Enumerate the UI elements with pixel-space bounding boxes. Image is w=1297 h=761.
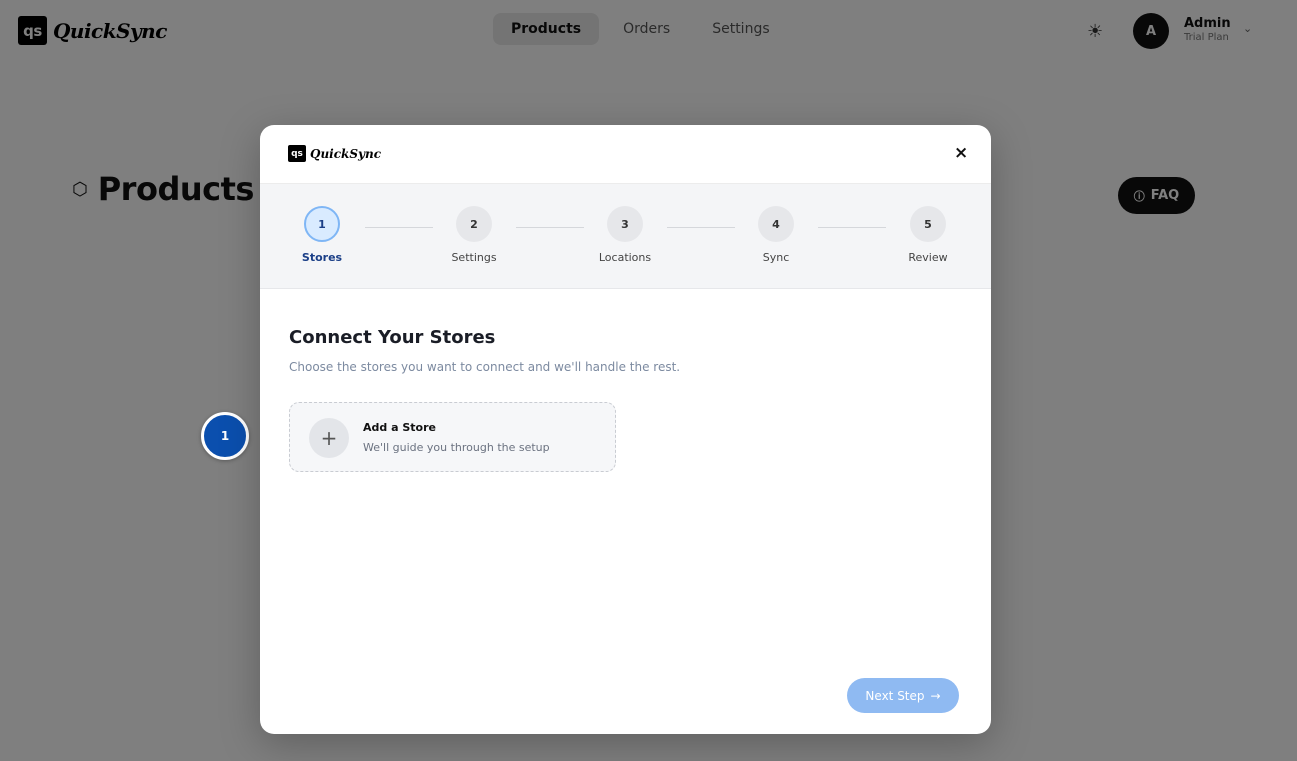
step-settings[interactable]: 2 Settings	[434, 206, 514, 264]
modal-logo-text: QuickSync	[310, 146, 382, 161]
arrow-right-icon: →	[930, 688, 941, 703]
plus-icon: +	[309, 418, 349, 458]
close-icon[interactable]: ×	[954, 143, 968, 163]
section-subtitle: Choose the stores you want to connect an…	[289, 360, 681, 374]
step-label: Review	[908, 251, 948, 264]
step-locations[interactable]: 3 Locations	[585, 206, 665, 264]
add-store-subtitle: We'll guide you through the setup	[363, 441, 550, 454]
add-store-title: Add a Store	[363, 421, 436, 434]
step-connector	[516, 227, 584, 228]
step-number: 5	[910, 206, 946, 242]
step-label: Sync	[762, 251, 790, 264]
step-review[interactable]: 5 Review	[888, 206, 968, 264]
step-connector	[365, 227, 433, 228]
step-number: 4	[758, 206, 794, 242]
step-label: Settings	[451, 251, 497, 264]
onboarding-modal: qs QuickSync × 1 Stores 2 Settings 3 Loc…	[260, 125, 991, 734]
tour-step-badge[interactable]: 1	[201, 412, 249, 460]
step-number: 2	[456, 206, 492, 242]
step-label: Locations	[598, 251, 652, 264]
modal-logo-badge: qs	[288, 145, 306, 162]
step-label: Stores	[301, 251, 343, 264]
add-store-card[interactable]: + Add a Store We'll guide you through th…	[289, 402, 616, 472]
section-title: Connect Your Stores	[289, 327, 496, 348]
step-number: 1	[304, 206, 340, 242]
modal-header: qs QuickSync ×	[260, 125, 991, 184]
next-step-label: Next Step	[865, 688, 925, 703]
step-sync[interactable]: 4 Sync	[736, 206, 816, 264]
next-step-button[interactable]: Next Step →	[847, 678, 959, 713]
step-number: 3	[607, 206, 643, 242]
modal-logo: qs QuickSync	[288, 145, 381, 162]
step-connector	[818, 227, 886, 228]
step-connector	[667, 227, 735, 228]
stepper: 1 Stores 2 Settings 3 Locations 4 Sync 5…	[260, 184, 991, 289]
step-stores[interactable]: 1 Stores	[282, 206, 362, 264]
